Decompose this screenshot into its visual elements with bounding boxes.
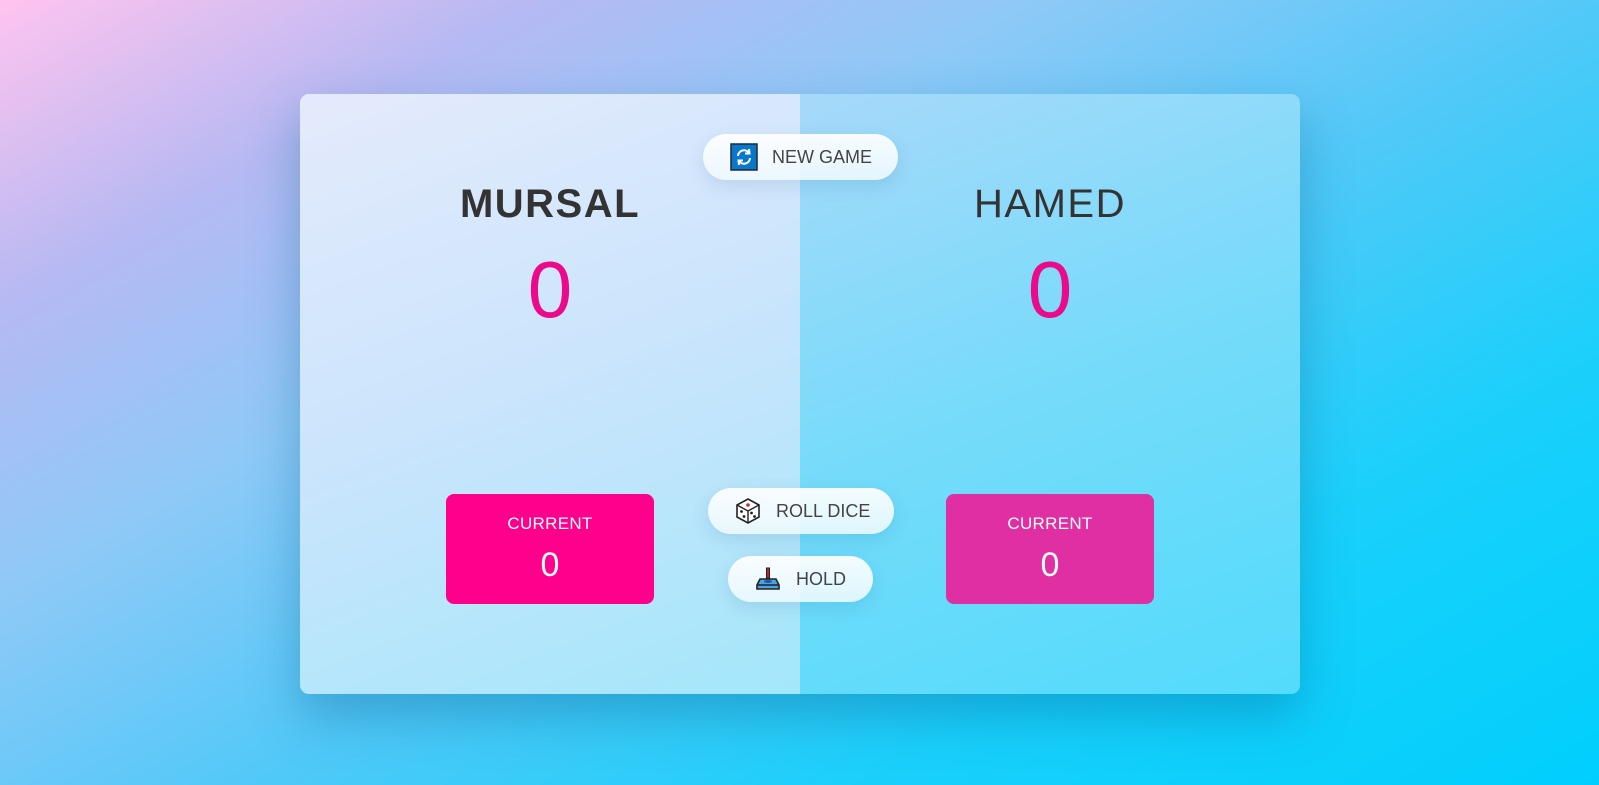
- player-score: 0: [1027, 245, 1073, 334]
- player-panel-mursal: MURSAL 0 CURRENT 0: [300, 94, 800, 694]
- current-score-box: CURRENT 0: [446, 494, 654, 604]
- dice-icon: [734, 497, 762, 525]
- current-score: 0: [540, 546, 560, 584]
- player-score: 0: [527, 245, 573, 334]
- roll-dice-button[interactable]: ROLL DICE: [708, 488, 894, 534]
- joystick-icon: [754, 565, 782, 593]
- player-name: MURSAL: [459, 182, 641, 226]
- new-game-label: NEW GAME: [772, 146, 873, 167]
- player-name: HAMED: [974, 182, 1126, 226]
- hold-label: HOLD: [796, 568, 847, 589]
- current-label: CURRENT: [507, 514, 593, 533]
- refresh-icon: [730, 143, 758, 171]
- roll-dice-label: ROLL DICE: [776, 500, 871, 521]
- current-score: 0: [1040, 546, 1060, 584]
- game-board: MURSAL 0 CURRENT 0 HAMED 0 CURRENT 0: [300, 94, 1300, 694]
- current-label: CURRENT: [1007, 514, 1093, 533]
- hold-button[interactable]: HOLD: [728, 556, 873, 602]
- current-score-box: CURRENT 0: [946, 494, 1154, 604]
- player-panel-hamed: HAMED 0 CURRENT 0: [800, 94, 1300, 694]
- new-game-button[interactable]: NEW GAME: [703, 134, 898, 180]
